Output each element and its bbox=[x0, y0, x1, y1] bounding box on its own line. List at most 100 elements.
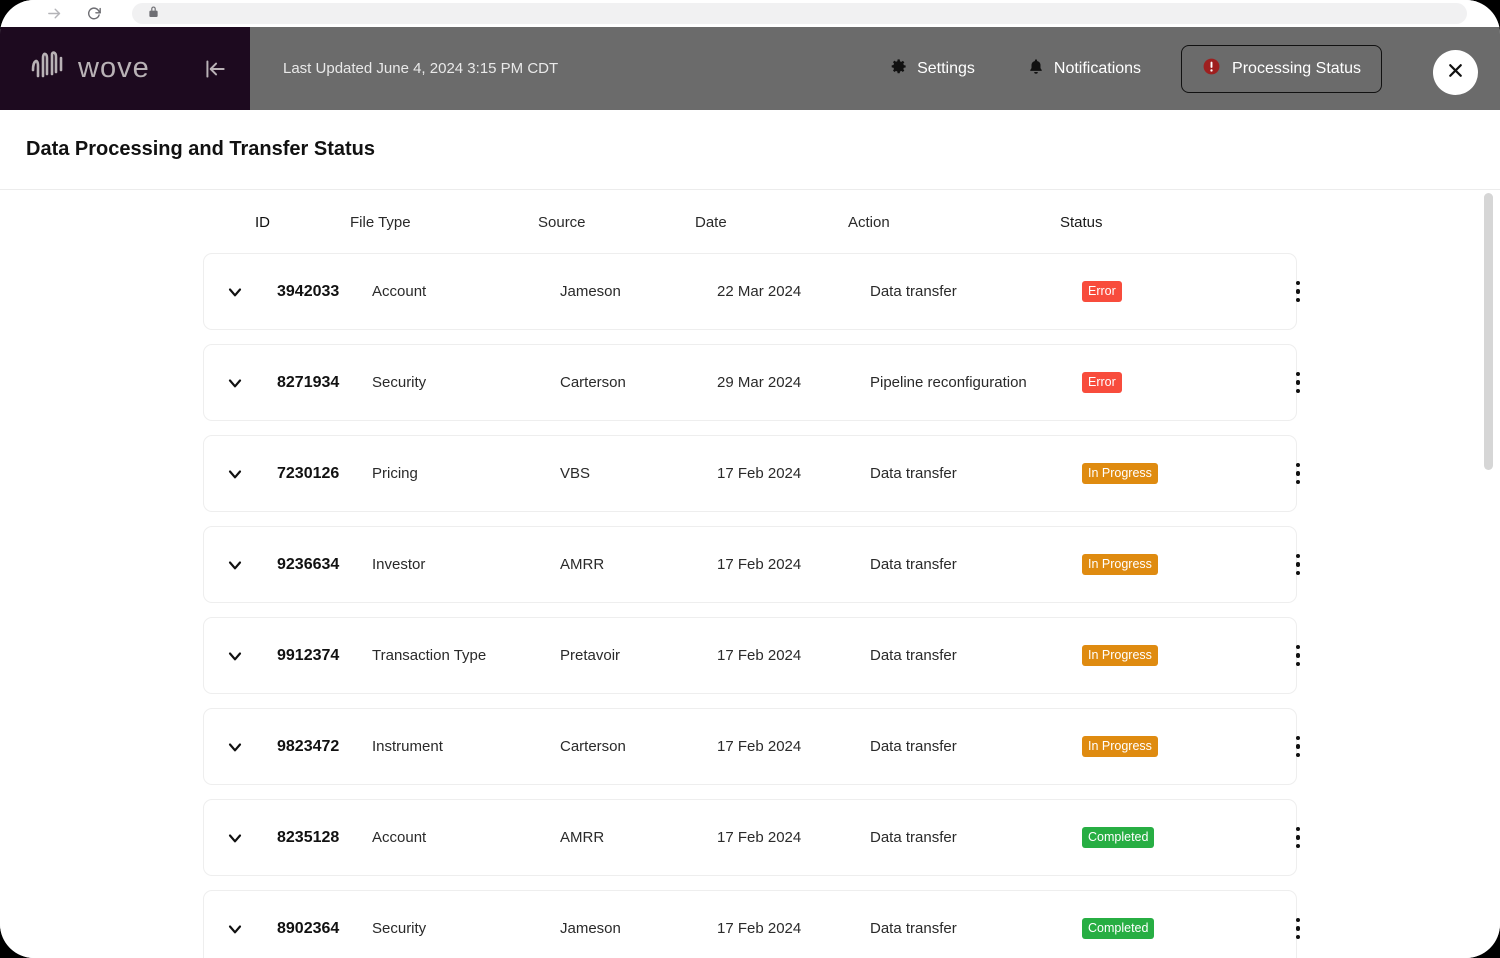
row-date: 22 Mar 2024 bbox=[717, 283, 802, 300]
column-header-action: Action bbox=[848, 213, 890, 231]
column-header-id: ID bbox=[255, 213, 270, 231]
row-date: 17 Feb 2024 bbox=[717, 556, 802, 573]
notifications-button[interactable]: Notifications bbox=[1001, 57, 1167, 81]
row-id: 8235128 bbox=[277, 828, 340, 846]
close-button[interactable] bbox=[1433, 50, 1478, 95]
status-table-area: ID File Type Source Date Action Status 3… bbox=[0, 191, 1500, 958]
processing-status-label: Processing Status bbox=[1232, 59, 1361, 77]
address-bar[interactable] bbox=[132, 3, 1467, 24]
row-menu-button[interactable] bbox=[1268, 917, 1328, 940]
table-row[interactable]: 3942033 Account Jameson 22 Mar 2024 Data tra… bbox=[203, 253, 1301, 330]
notifications-label: Notifications bbox=[1053, 59, 1142, 77]
scrollbar-thumb[interactable] bbox=[1484, 193, 1493, 470]
row-file-type: Instrument bbox=[372, 738, 443, 755]
table-row[interactable]: 9823472 Instrument Carterson 17 Feb 2024 Dat… bbox=[203, 708, 1301, 785]
app-top-bar: wove Last Updated June 4, 2024 3:15 PM C… bbox=[0, 27, 1500, 110]
row-id: 9823472 bbox=[277, 737, 340, 755]
row-status: In Progress bbox=[1082, 462, 1268, 485]
row-source: Pretavoir bbox=[560, 647, 621, 664]
status-badge: In Progress bbox=[1082, 644, 1158, 667]
row-action: Data transfer bbox=[870, 465, 957, 482]
last-updated-text: Last Updated June 4, 2024 3:15 PM CDT bbox=[283, 60, 559, 77]
expand-row-button[interactable] bbox=[225, 282, 277, 302]
close-icon bbox=[1445, 60, 1466, 86]
status-badge: Completed bbox=[1082, 917, 1155, 940]
row-menu-button[interactable] bbox=[1268, 371, 1328, 394]
row-source: Jameson bbox=[560, 283, 621, 300]
table-row[interactable]: 8271934 Security Carterson 29 Mar 2024 Pipel… bbox=[203, 344, 1301, 421]
browser-window: wove Last Updated June 4, 2024 3:15 PM C… bbox=[0, 0, 1500, 958]
row-menu-button[interactable] bbox=[1268, 553, 1328, 576]
table-body: 3942033 Account Jameson 22 Mar 2024 Data tra… bbox=[0, 253, 1500, 958]
row-file-type: Pricing bbox=[372, 465, 418, 482]
table-row[interactable]: 9236634 Investor AMRR 17 Feb 2024 Data trans… bbox=[203, 526, 1301, 603]
status-badge: Error bbox=[1082, 371, 1122, 394]
wove-wave-logo-icon bbox=[28, 46, 68, 91]
row-menu-button[interactable] bbox=[1268, 462, 1328, 485]
row-date: 29 Mar 2024 bbox=[717, 374, 802, 391]
row-id: 8271934 bbox=[277, 373, 340, 391]
browser-chrome bbox=[0, 0, 1500, 27]
column-header-status: Status bbox=[1060, 213, 1103, 231]
row-action: Pipeline reconfiguration bbox=[870, 374, 1027, 391]
row-file-type: Security bbox=[372, 374, 427, 391]
row-menu-button[interactable] bbox=[1268, 644, 1328, 667]
expand-row-button[interactable] bbox=[225, 555, 277, 575]
row-action: Data transfer bbox=[870, 829, 957, 846]
brand-lockup[interactable]: wove bbox=[28, 46, 150, 91]
expand-row-button[interactable] bbox=[225, 919, 277, 939]
lock-icon bbox=[148, 5, 159, 23]
row-action: Data transfer bbox=[870, 283, 957, 300]
processing-status-button[interactable]: Processing Status bbox=[1181, 44, 1382, 93]
row-status: Completed bbox=[1082, 826, 1268, 849]
row-id: 7230126 bbox=[277, 464, 340, 482]
settings-button[interactable]: Settings bbox=[863, 57, 1001, 81]
table-header-row: ID File Type Source Date Action Status bbox=[0, 191, 1500, 253]
row-action: Data transfer bbox=[870, 920, 957, 937]
row-action: Data transfer bbox=[870, 647, 957, 664]
status-badge: Completed bbox=[1082, 826, 1155, 849]
row-status: In Progress bbox=[1082, 735, 1268, 758]
row-status: Error bbox=[1082, 371, 1268, 394]
table-row[interactable]: 7230126 Pricing VBS 17 Feb 2024 Data transfe… bbox=[203, 435, 1301, 512]
expand-row-button[interactable] bbox=[225, 737, 277, 757]
row-source: Carterson bbox=[560, 738, 626, 755]
row-status: Error bbox=[1082, 280, 1268, 303]
brand-panel: wove bbox=[0, 27, 250, 110]
row-source: VBS bbox=[560, 465, 591, 482]
page-header: Data Processing and Transfer Status bbox=[0, 110, 1500, 190]
reload-icon[interactable] bbox=[82, 2, 106, 26]
row-id: 3942033 bbox=[277, 282, 340, 300]
table-row[interactable]: 8902364 Security Jameson 17 Feb 2024 Data tr… bbox=[203, 890, 1301, 958]
table-row[interactable]: 9912374 Transaction Type Pretavoir 17 Feb 2… bbox=[203, 617, 1301, 694]
row-source: Jameson bbox=[560, 920, 621, 937]
row-status: In Progress bbox=[1082, 553, 1268, 576]
row-id: 9912374 bbox=[277, 646, 340, 664]
row-menu-button[interactable] bbox=[1268, 826, 1328, 849]
status-badge: In Progress bbox=[1082, 553, 1158, 576]
forward-arrow-icon[interactable] bbox=[42, 2, 66, 26]
table-row[interactable]: 8235128 Account AMRR 17 Feb 2024 Data transf… bbox=[203, 799, 1301, 876]
row-file-type: Account bbox=[372, 829, 427, 846]
collapse-sidebar-icon[interactable] bbox=[200, 54, 230, 84]
row-date: 17 Feb 2024 bbox=[717, 920, 802, 937]
row-file-type: Transaction Type bbox=[372, 647, 487, 664]
row-menu-button[interactable] bbox=[1268, 280, 1328, 303]
row-menu-button[interactable] bbox=[1268, 735, 1328, 758]
alert-circle-icon bbox=[1202, 57, 1221, 81]
vertical-scrollbar[interactable] bbox=[1484, 193, 1493, 958]
app-bar-actions: Settings Notifications Processing Status bbox=[863, 27, 1382, 110]
row-id: 8902364 bbox=[277, 919, 340, 937]
column-header-date: Date bbox=[695, 213, 727, 231]
row-action: Data transfer bbox=[870, 738, 957, 755]
expand-row-button[interactable] bbox=[225, 828, 277, 848]
expand-row-button[interactable] bbox=[225, 646, 277, 666]
expand-row-button[interactable] bbox=[225, 464, 277, 484]
column-header-source: Source bbox=[538, 213, 586, 231]
row-date: 17 Feb 2024 bbox=[717, 829, 802, 846]
row-file-type: Investor bbox=[372, 556, 426, 573]
expand-row-button[interactable] bbox=[225, 373, 277, 393]
brand-name: wove bbox=[78, 52, 150, 84]
status-badge: Error bbox=[1082, 280, 1122, 303]
bell-icon bbox=[1027, 57, 1045, 81]
